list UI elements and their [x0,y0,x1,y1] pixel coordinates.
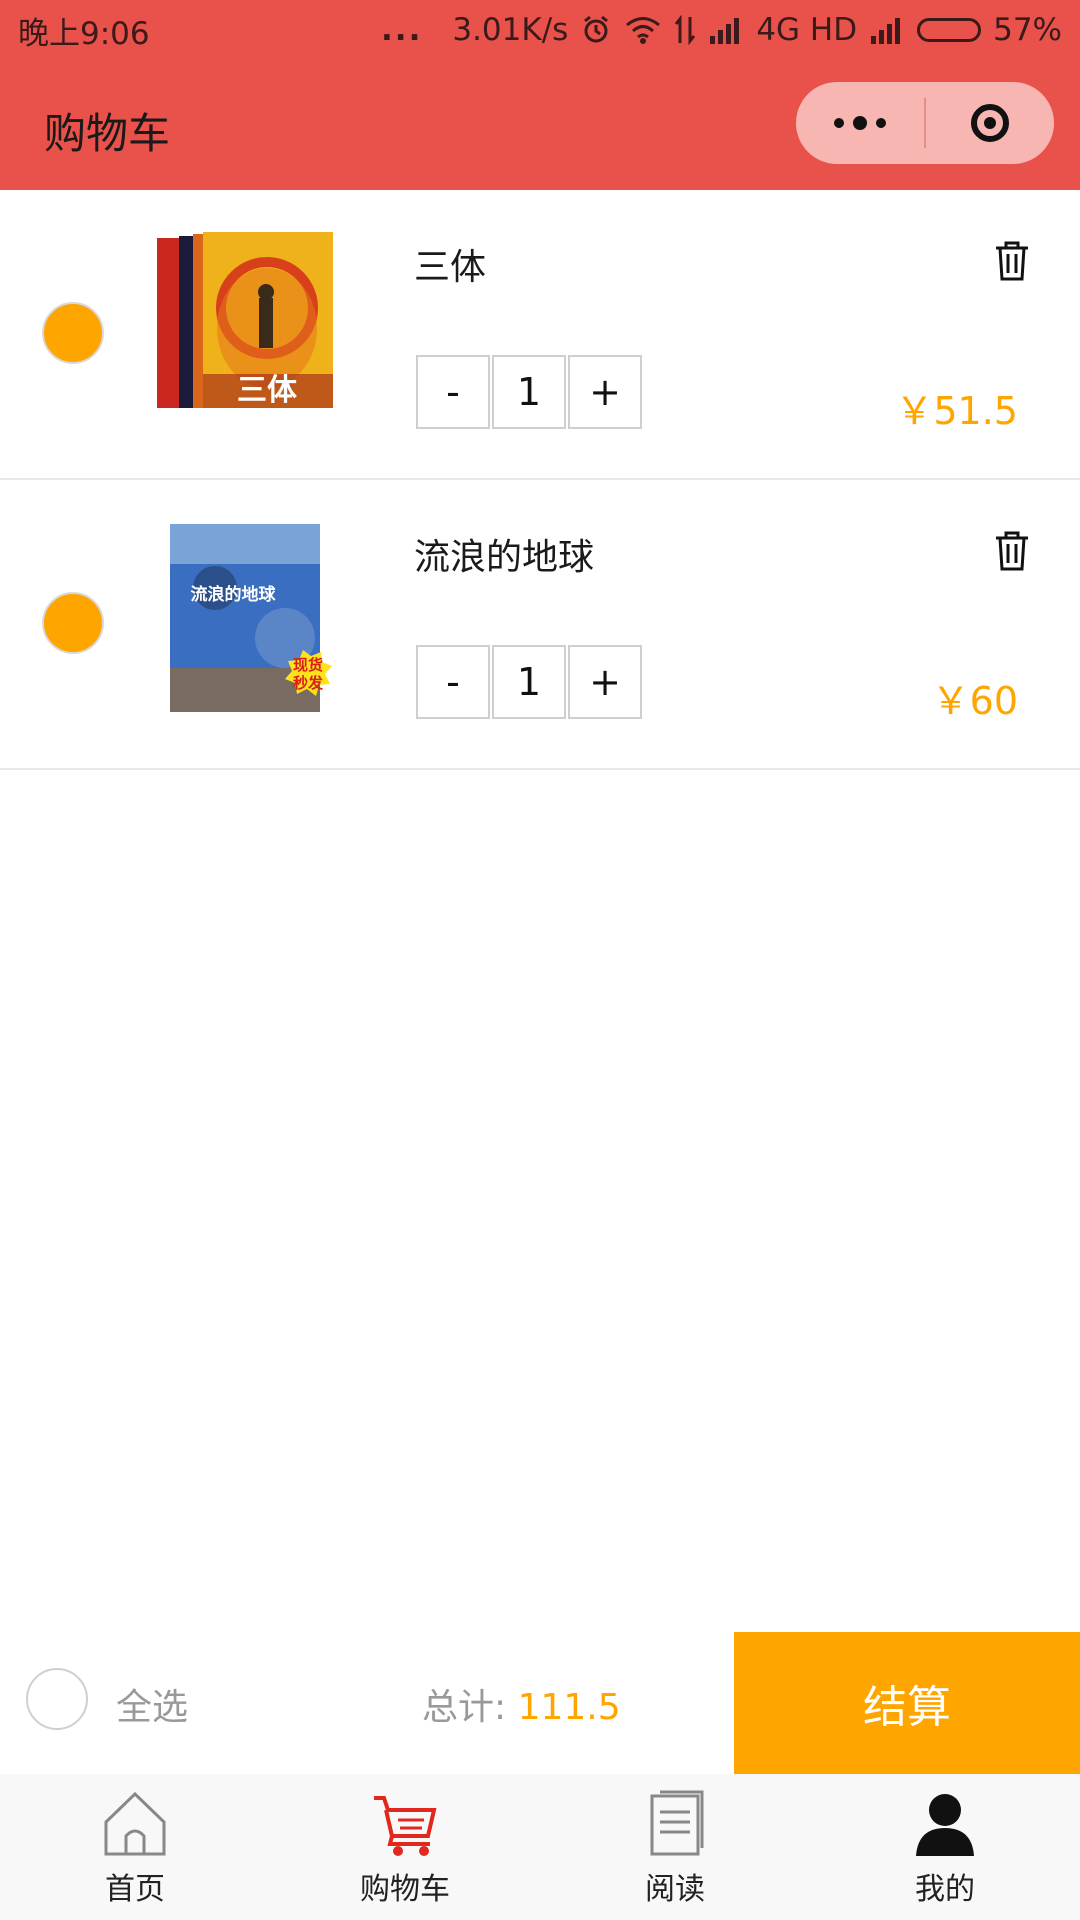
more-button[interactable] [796,82,924,164]
quantity-value[interactable]: 1 [492,355,566,429]
close-miniprogram-button[interactable] [926,82,1054,164]
item-title: 三体 [414,247,487,288]
cart-item: 流浪的地球 现货 秒发 流浪的地球 - 1 + ￥60 [0,480,1080,770]
target-icon [971,104,1009,142]
tab-cart[interactable]: 购物车 [270,1774,540,1920]
status-indicators: ... 3.01K/s 4G HD 57% [381,12,1062,48]
miniprogram-capsule [796,82,1054,164]
status-bar: 晚上9:06 ... 3.01K/s 4G HD 57% [0,0,1080,60]
tab-label: 购物车 [360,1872,450,1907]
net-speed: 3.01K/s [452,12,569,48]
item-price: ￥51.5 [895,389,1018,433]
decrease-button[interactable]: - [416,355,490,429]
cover-title: 流浪的地球 [191,584,277,605]
item-select-checkbox[interactable] [42,592,104,654]
item-title: 流浪的地球 [414,537,595,578]
increase-button[interactable]: + [568,355,642,429]
cart-summary-bar: 全选 总计: 111.5 结算 [0,1632,1080,1774]
quantity-value[interactable]: 1 [492,645,566,719]
cover-badge-line2: 秒发 [293,674,324,692]
more-dots-icon [834,116,886,130]
book-cover-image[interactable]: 三体 [155,228,340,428]
tab-label: 阅读 [645,1872,705,1907]
signal-icon [708,16,744,44]
select-all-label[interactable]: 全选 [116,1678,188,1730]
checkout-button[interactable]: 结算 [734,1632,1080,1774]
cart-list: 三体 三体 - 1 + ￥51.5 流浪的地球 现货 秒发 流浪的地球 - 1 … [0,190,1080,770]
home-icon [104,1791,166,1856]
alarm-icon [580,14,612,46]
delete-icon[interactable] [992,240,1032,282]
cart-item: 三体 三体 - 1 + ￥51.5 [0,190,1080,480]
battery-icon [917,18,982,42]
reading-icon [650,1790,704,1856]
tab-label: 我的 [915,1872,975,1907]
profile-icon [916,1794,974,1856]
delete-icon[interactable] [992,530,1032,572]
tab-bar: 首页 购物车 阅读 我的 [0,1774,1080,1920]
signal-2-icon [869,16,905,44]
total: 总计: 111.5 [422,1678,621,1730]
page-title: 购物车 [44,109,171,158]
quantity-stepper: - 1 + [416,355,642,429]
item-price: ￥60 [931,679,1018,723]
tab-reading[interactable]: 阅读 [540,1774,810,1920]
wifi-icon [624,15,662,45]
increase-button[interactable]: + [568,645,642,719]
network-type: 4G HD [756,12,858,48]
battery-percent: 57% [993,12,1062,48]
total-value: 111.5 [517,1687,621,1728]
cover-title: 三体 [237,373,298,408]
tab-home[interactable]: 首页 [0,1774,270,1920]
nav-bar: 购物车 [0,60,1080,190]
tab-profile[interactable]: 我的 [810,1774,1080,1920]
tab-label: 首页 [105,1872,165,1907]
decrease-button[interactable]: - [416,645,490,719]
select-all-checkbox[interactable] [26,1668,88,1730]
book-cover-image[interactable]: 流浪的地球 现货 秒发 [155,518,340,718]
status-time: 晚上9:06 [18,15,150,52]
total-label: 总计: [422,1687,507,1728]
status-dots: ... [381,12,423,48]
quantity-stepper: - 1 + [416,645,642,719]
data-transfer-icon [674,15,696,45]
item-select-checkbox[interactable] [42,302,104,364]
cart-icon [374,1796,437,1856]
cover-badge-line1: 现货 [293,656,323,674]
